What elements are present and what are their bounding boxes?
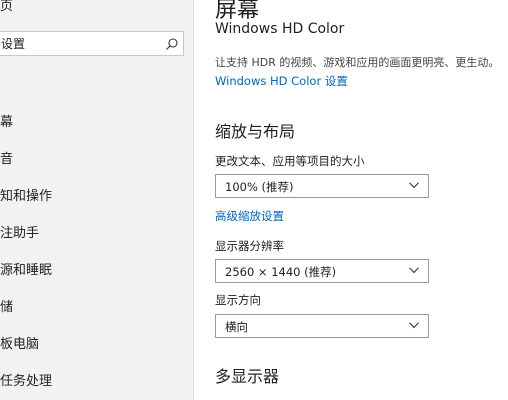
search-input[interactable]: [0, 32, 161, 55]
advanced-scaling-link[interactable]: 高级缩放设置: [215, 208, 284, 224]
sidebar-item-label: 任务处理: [0, 374, 53, 389]
chevron-down-icon: [409, 182, 419, 189]
sidebar-item-label: 源和睡眠: [0, 263, 53, 278]
sidebar-divider: [193, 0, 194, 400]
sidebar-item-storage[interactable]: 储: [0, 294, 13, 322]
orientation-label: 显示方向: [215, 293, 261, 307]
sidebar-item-label: 储: [0, 300, 14, 315]
scale-layout-title: 缩放与布局: [215, 122, 296, 141]
sidebar-item-label: 音: [0, 152, 14, 167]
orientation-dropdown[interactable]: 横向: [215, 314, 429, 338]
multi-display-title: 多显示器: [215, 367, 280, 386]
hdr-description: 让支持 HDR 的视频、游戏和应用的画面更明亮、更生动。: [215, 56, 500, 69]
resolution-label: 显示器分辨率: [215, 239, 284, 253]
search-icon[interactable]: [165, 37, 179, 51]
scale-dropdown[interactable]: 100% (推荐): [215, 174, 429, 198]
hdr-settings-link[interactable]: Windows HD Color 设置: [215, 73, 348, 89]
sidebar-item-tablet[interactable]: 板电脑: [0, 331, 39, 359]
chevron-down-icon: [409, 267, 419, 274]
hdr-section-title: Windows HD Color: [215, 21, 345, 37]
resolution-dropdown-value: 2560 × 1440 (推荐): [225, 265, 337, 279]
chevron-down-icon: [409, 322, 419, 329]
sidebar-item-focus-assist[interactable]: 注助手: [0, 220, 39, 248]
sidebar-item-label: 板电脑: [0, 337, 40, 352]
scale-dropdown-value: 100% (推荐): [225, 180, 294, 194]
search-box[interactable]: [0, 31, 184, 56]
sidebar: 页 幕 音 知和操作 注助手 源和睡眠 储 板电脑 任务处理: [0, 0, 193, 400]
sidebar-item-power-sleep[interactable]: 源和睡眠: [0, 257, 52, 285]
sidebar-item-multitasking[interactable]: 任务处理: [0, 368, 52, 396]
sidebar-item-label: 注助手: [0, 226, 40, 241]
sidebar-item-label: 知和操作: [0, 189, 53, 204]
sidebar-item-notifications[interactable]: 知和操作: [0, 183, 52, 211]
orientation-dropdown-value: 横向: [225, 320, 248, 334]
scale-label: 更改文本、应用等项目的大小: [215, 154, 365, 168]
sidebar-item-label: 幕: [0, 115, 14, 130]
sidebar-item-sound[interactable]: 音: [0, 146, 13, 174]
sidebar-top-label: 页: [0, 0, 14, 14]
resolution-dropdown[interactable]: 2560 × 1440 (推荐): [215, 259, 429, 283]
sidebar-item-display[interactable]: 幕: [0, 109, 13, 137]
